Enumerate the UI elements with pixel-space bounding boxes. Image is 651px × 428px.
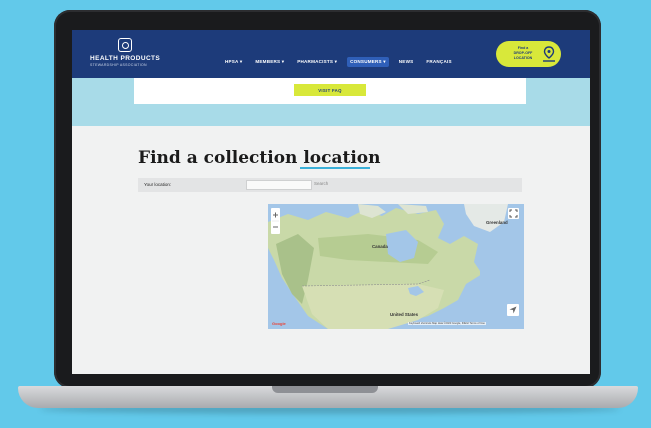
faq-card: VISIT FAQ bbox=[134, 78, 526, 104]
map-label-canada: Canada bbox=[372, 244, 388, 249]
greenland-land bbox=[464, 204, 508, 232]
main-menu: HPSA ▾ MEMBERS ▾ PHARMACISTS ▾ CONSUMERS… bbox=[222, 57, 455, 67]
org-subtitle: STEWARDSHIP ASSOCIATION bbox=[90, 63, 147, 67]
menu-item-francais[interactable]: FRANÇAIS bbox=[423, 57, 454, 67]
menu-item-pharmacists[interactable]: PHARMACISTS ▾ bbox=[294, 57, 340, 67]
zoom-icon bbox=[272, 212, 279, 228]
logo-icon[interactable] bbox=[118, 38, 132, 52]
menu-item-news[interactable]: NEWS bbox=[396, 57, 417, 67]
atlantic-ocean bbox=[480, 264, 524, 329]
page-title: Find a collection location bbox=[138, 148, 381, 168]
locate-arrow-icon bbox=[509, 306, 517, 314]
browser-screen: HEALTH PRODUCTS STEWARDSHIP ASSOCIATION … bbox=[72, 30, 590, 374]
map-pin-icon bbox=[543, 46, 555, 62]
location-search-bar: Your location: Search bbox=[138, 178, 522, 192]
google-logo[interactable]: Google bbox=[272, 321, 286, 326]
top-navbar: HEALTH PRODUCTS STEWARDSHIP ASSOCIATION … bbox=[72, 30, 590, 78]
map-attribution[interactable]: Keyboard shortcuts Map data ©2023 Google… bbox=[408, 322, 486, 325]
menu-item-members[interactable]: MEMBERS ▾ bbox=[252, 57, 287, 67]
map-label-us: United States bbox=[390, 312, 419, 317]
location-label: Your location: bbox=[144, 182, 172, 187]
map-label-greenland: Greenland bbox=[486, 220, 508, 225]
visit-faq-button[interactable]: VISIT FAQ bbox=[294, 84, 366, 96]
collection-map[interactable]: Canada United States Greenland Google Ke… bbox=[268, 204, 524, 329]
my-location-button[interactable] bbox=[507, 304, 519, 316]
find-dropoff-button[interactable]: Find a DROP-OFF LOCATION bbox=[496, 41, 561, 67]
fullscreen-button[interactable] bbox=[508, 208, 519, 219]
location-input[interactable] bbox=[246, 180, 312, 190]
zoom-control[interactable] bbox=[271, 208, 280, 234]
title-underline bbox=[300, 167, 370, 169]
menu-item-consumers[interactable]: CONSUMERS ▾ bbox=[347, 57, 389, 67]
fullscreen-icon bbox=[509, 209, 518, 218]
org-name[interactable]: HEALTH PRODUCTS bbox=[90, 55, 160, 62]
menu-item-hpsa[interactable]: HPSA ▾ bbox=[222, 57, 245, 67]
laptop-notch bbox=[272, 386, 378, 393]
search-button[interactable]: Search bbox=[314, 181, 328, 186]
dropoff-label: Find a DROP-OFF LOCATION bbox=[513, 46, 533, 60]
